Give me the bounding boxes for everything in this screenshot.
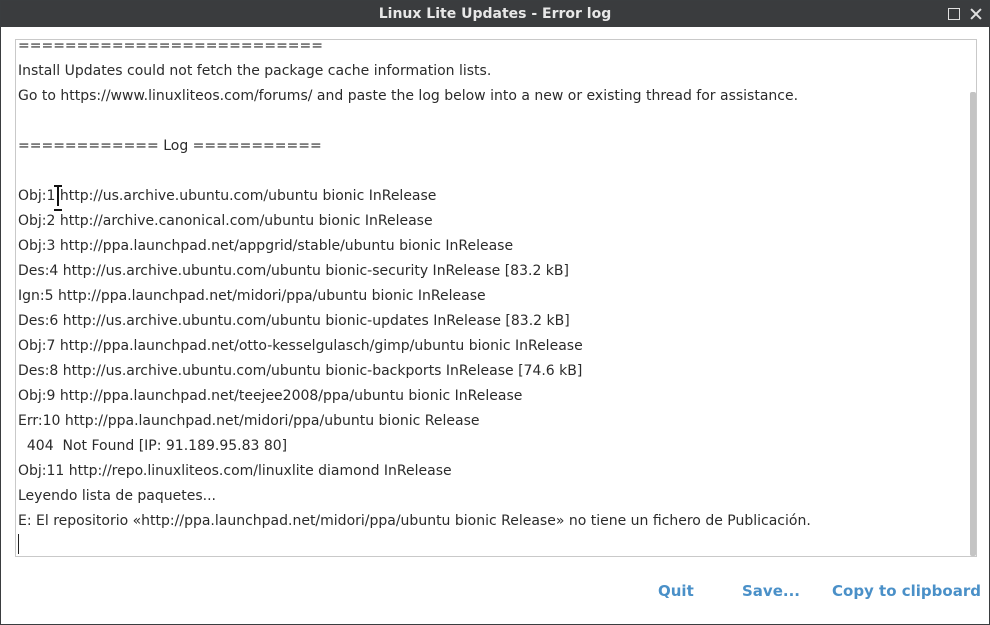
text-caret (18, 534, 19, 554)
scrollbar-thumb[interactable] (970, 92, 976, 556)
title-bar[interactable]: Linux Lite Updates - Error log (1, 1, 989, 27)
log-line: E: El repositorio «http://ppa.launchpad.… (18, 513, 811, 529)
log-line: Err:10 http://ppa.launchpad.net/midori/p… (18, 413, 480, 429)
log-line: Install Updates could not fetch the pack… (18, 63, 492, 79)
log-line: Des:8 http://us.archive.ubuntu.com/ubunt… (18, 363, 583, 379)
log-line: Obj:9 http://ppa.launchpad.net/teejee200… (18, 388, 523, 404)
log-line: ========================== (18, 39, 323, 54)
log-line: Obj:2 http://archive.canonical.com/ubunt… (18, 213, 433, 229)
log-text-area[interactable]: ========================== Install Update… (15, 39, 977, 557)
vertical-scrollbar[interactable] (970, 40, 976, 556)
log-line: Des:4 http://us.archive.ubuntu.com/ubunt… (18, 263, 569, 279)
log-line: Des:6 http://us.archive.ubuntu.com/ubunt… (18, 313, 570, 329)
log-line: 404 Not Found [IP: 91.189.95.83 80] (18, 438, 288, 454)
log-line: ============ Log =========== (18, 138, 322, 154)
log-line: Obj:3 http://ppa.launchpad.net/appgrid/s… (18, 238, 514, 254)
log-line: Obj:7 http://ppa.launchpad.net/otto-kess… (18, 338, 583, 354)
ibeam-cursor-icon (54, 185, 62, 211)
log-line: Go to https://www.linuxliteos.com/forums… (18, 88, 799, 104)
log-lines: ========================== Install Update… (18, 39, 958, 534)
window-title: Linux Lite Updates - Error log (378, 6, 612, 22)
log-line: Ign:5 http://ppa.launchpad.net/midori/pp… (18, 288, 486, 304)
log-line: Obj:11 http://repo.linuxliteos.com/linux… (18, 463, 452, 479)
maximize-icon[interactable] (946, 6, 962, 22)
close-icon[interactable] (968, 6, 984, 22)
copy-to-clipboard-button[interactable]: Copy to clipboard (832, 577, 981, 605)
error-log-window: Linux Lite Updates - Error log =========… (0, 0, 990, 625)
log-line: Obj:1 http://us.archive.ubuntu.com/ubunt… (18, 188, 437, 204)
save-button[interactable]: Save... (742, 577, 800, 605)
log-line: Leyendo lista de paquetes... (18, 488, 216, 504)
quit-button[interactable]: Quit (658, 577, 694, 605)
